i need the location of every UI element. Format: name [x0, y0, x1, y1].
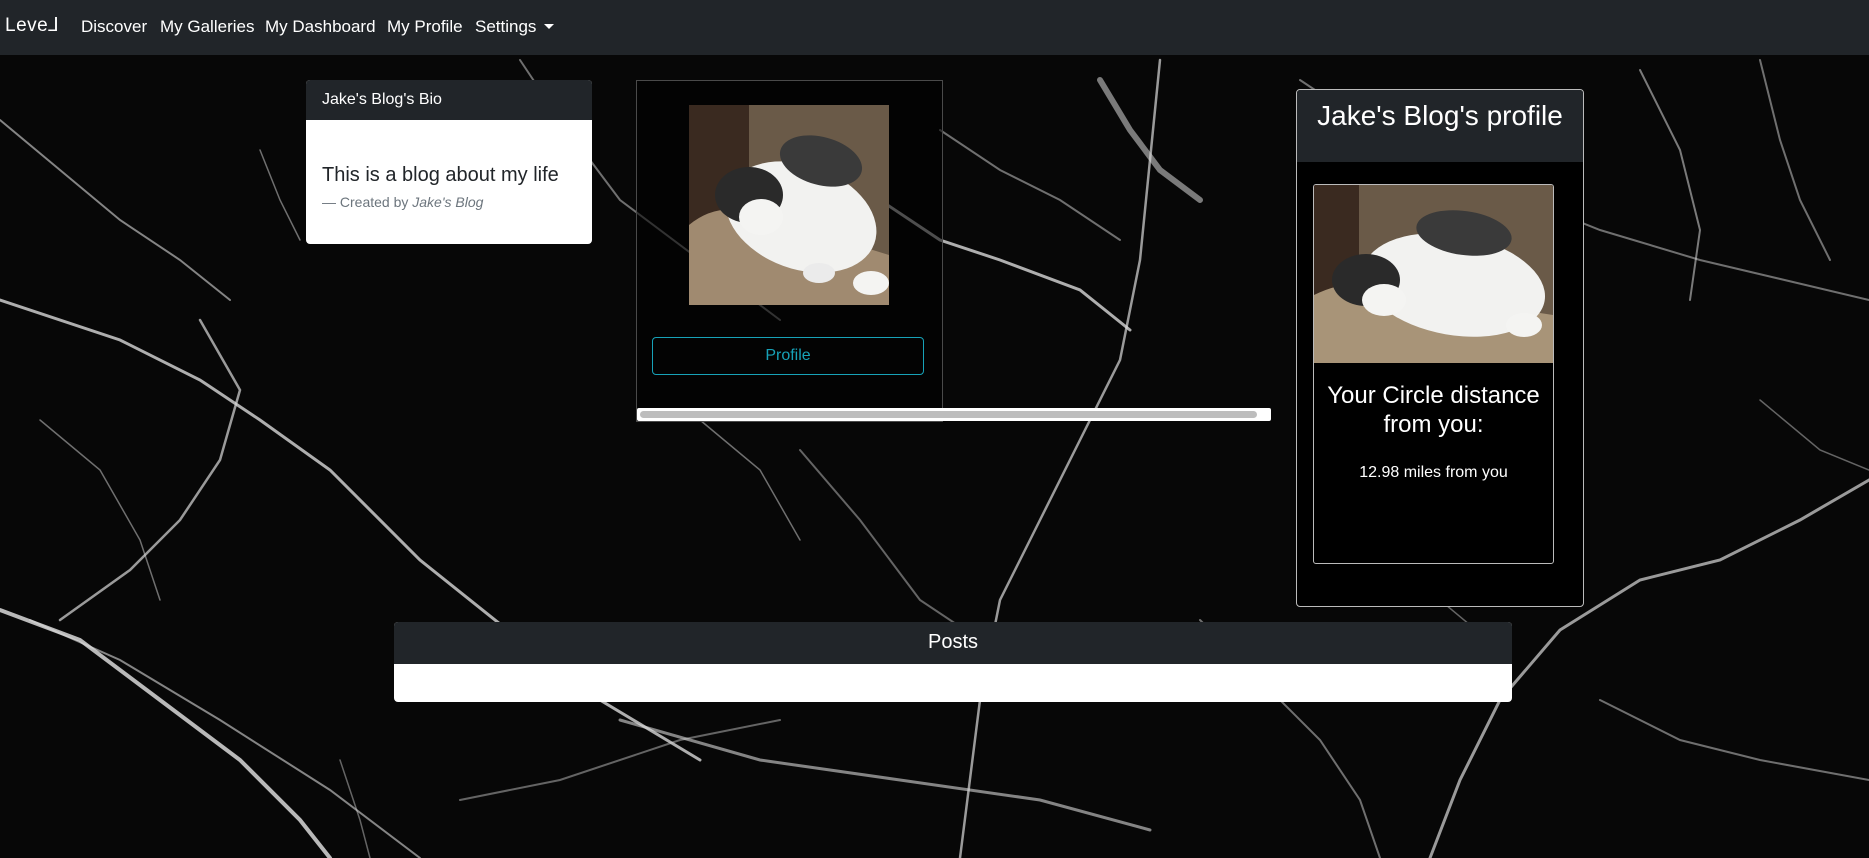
distance-value: 12.98 miles from you: [1359, 464, 1508, 481]
profile-button[interactable]: Profile: [652, 337, 924, 375]
nav-link-discover[interactable]: Discover: [81, 17, 147, 37]
nav-link-my-profile[interactable]: My Profile: [387, 17, 463, 37]
bio-card-header: Jake's Blog's Bio: [306, 80, 592, 120]
caret-down-icon: [544, 24, 555, 29]
bio-created-by: — Created by: [322, 194, 409, 210]
posts-card: Posts: [394, 622, 1512, 702]
nav-link-my-galleries[interactable]: My Galleries: [160, 17, 254, 37]
circle-distance-card: Your Circle distance from you: 12.98 mil…: [1313, 184, 1554, 564]
horizontal-scrollbar[interactable]: [637, 408, 1271, 421]
bio-author: Jake's Blog: [412, 194, 484, 210]
brand-logo[interactable]: Leve⅃: [5, 14, 59, 37]
top-navbar: Leve⅃ Discover My Galleries My Dashboard…: [0, 0, 1869, 55]
bio-footer: — Created by Jake's Blog: [322, 194, 483, 210]
scrollbar-thumb[interactable]: [640, 411, 1257, 418]
gallery-card: Profile: [636, 80, 943, 422]
circle-distance-title: Your Circle distance from you:: [1327, 382, 1540, 438]
cat-photo: [689, 105, 889, 305]
bio-card: Jake's Blog's Bio This is a blog about m…: [306, 80, 592, 244]
nav-link-my-dashboard[interactable]: My Dashboard: [265, 17, 376, 37]
posts-header: Posts: [394, 622, 1512, 664]
settings-label: Settings: [475, 17, 537, 36]
bio-text: This is a blog about my life: [322, 164, 559, 186]
profile-card-title: Jake's Blog's profile: [1297, 90, 1583, 162]
profile-card: Jake's Blog's profile Your Circle distan…: [1296, 89, 1584, 607]
profile-cat-photo: [1314, 185, 1553, 363]
settings-dropdown[interactable]: Settings: [475, 17, 555, 37]
